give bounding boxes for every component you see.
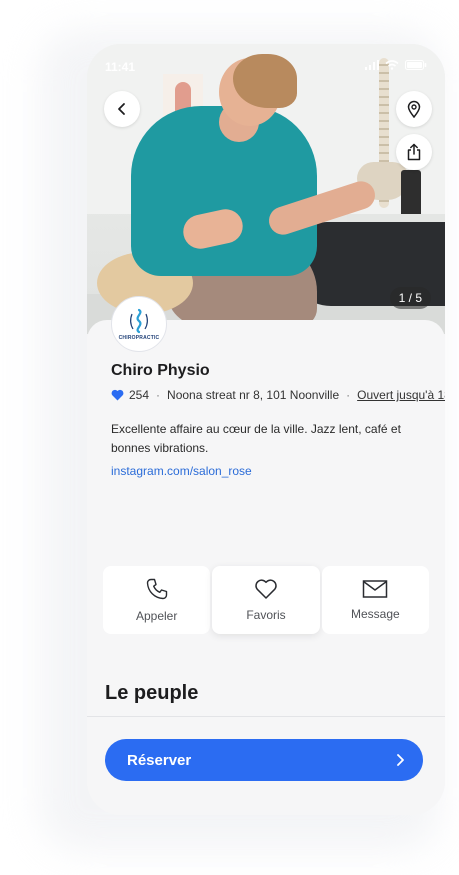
status-icons <box>365 60 427 70</box>
heart-icon <box>111 389 124 401</box>
phone-icon <box>146 578 167 600</box>
wifi-icon <box>385 60 399 70</box>
meta-separator: · <box>156 388 161 402</box>
back-button[interactable] <box>104 91 140 127</box>
spine-logo-icon <box>130 308 148 333</box>
favorite-label: Favoris <box>246 608 286 622</box>
share-button[interactable] <box>396 134 432 170</box>
battery-icon <box>405 60 427 70</box>
mail-icon <box>363 580 388 598</box>
business-address: Noona streat nr 8, 101 Noonville <box>167 388 340 402</box>
business-meta: 254 · Noona streat nr 8, 101 Noonville ·… <box>111 388 445 402</box>
meta-separator: · <box>346 388 351 402</box>
message-button[interactable]: Message <box>321 566 429 634</box>
business-description: Excellente affaire au cœur de la ville. … <box>111 422 401 455</box>
heart-outline-icon <box>255 579 277 599</box>
location-pin-icon <box>407 100 421 118</box>
business-name: Chiro Physio <box>111 362 210 379</box>
booking-bar: Réserver <box>87 716 445 815</box>
book-button-label: Réserver <box>127 751 192 769</box>
logo-wordmark: CHIROPRACTIC <box>118 334 160 341</box>
action-buttons: Appeler Favoris Message <box>103 566 429 634</box>
status-bar: 11:41 <box>87 44 445 88</box>
book-button[interactable]: Réserver <box>105 739 423 781</box>
back-icon <box>118 103 125 115</box>
map-location-button[interactable] <box>396 91 432 127</box>
chevron-right-icon <box>397 754 404 766</box>
business-logo: CHIROPRACTIC <box>111 296 167 352</box>
hero-photo[interactable]: 11:41 1 / 5 <box>87 44 445 334</box>
instagram-link[interactable]: instagram.com/salon_rose <box>111 464 252 478</box>
share-icon <box>407 143 421 161</box>
favorite-button[interactable]: Favoris <box>212 566 320 634</box>
signal-icon <box>365 60 379 70</box>
status-time: 11:41 <box>105 60 136 74</box>
photo-counter: 1 / 5 <box>389 287 431 309</box>
opening-hours-link[interactable]: Ouvert jusqu'à 18h <box>357 388 445 402</box>
phone-screen: 11:41 1 / 5 CHIROPRACTIC Chiro Physio 25… <box>87 44 445 815</box>
call-label: Appeler <box>135 609 178 623</box>
message-label: Message <box>350 607 400 621</box>
likes-count: 254 <box>129 388 150 402</box>
section-title-people: Le peuple <box>105 682 199 704</box>
call-button[interactable]: Appeler <box>103 566 211 634</box>
